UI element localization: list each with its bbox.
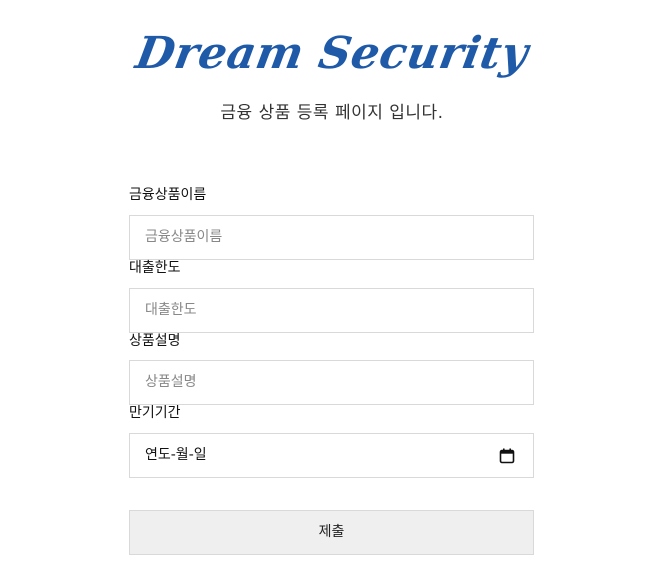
submit-button[interactable]: 제출 bbox=[129, 510, 534, 555]
maturity-date-placeholder: 연도-월-일 bbox=[145, 447, 207, 463]
calendar-icon[interactable] bbox=[499, 448, 515, 464]
loan-limit-input[interactable]: 대출한도 bbox=[129, 288, 534, 333]
page-subtitle: 금융 상품 등록 페이지 입니다. bbox=[220, 103, 444, 123]
loan-limit-label: 대출한도 bbox=[129, 260, 181, 276]
description-input[interactable]: 상품설명 bbox=[129, 360, 534, 405]
maturity-label: 만기기간 bbox=[129, 405, 181, 421]
product-name-input[interactable]: 금융상품이름 bbox=[129, 215, 534, 260]
page: Dream Security 금융 상품 등록 페이지 입니다. 금융상품이름 … bbox=[0, 0, 664, 584]
maturity-date-input[interactable]: 연도-월-일 bbox=[129, 433, 534, 478]
description-label: 상품설명 bbox=[129, 333, 181, 349]
product-name-label: 금융상품이름 bbox=[129, 187, 207, 203]
logo: Dream Security bbox=[132, 28, 533, 79]
